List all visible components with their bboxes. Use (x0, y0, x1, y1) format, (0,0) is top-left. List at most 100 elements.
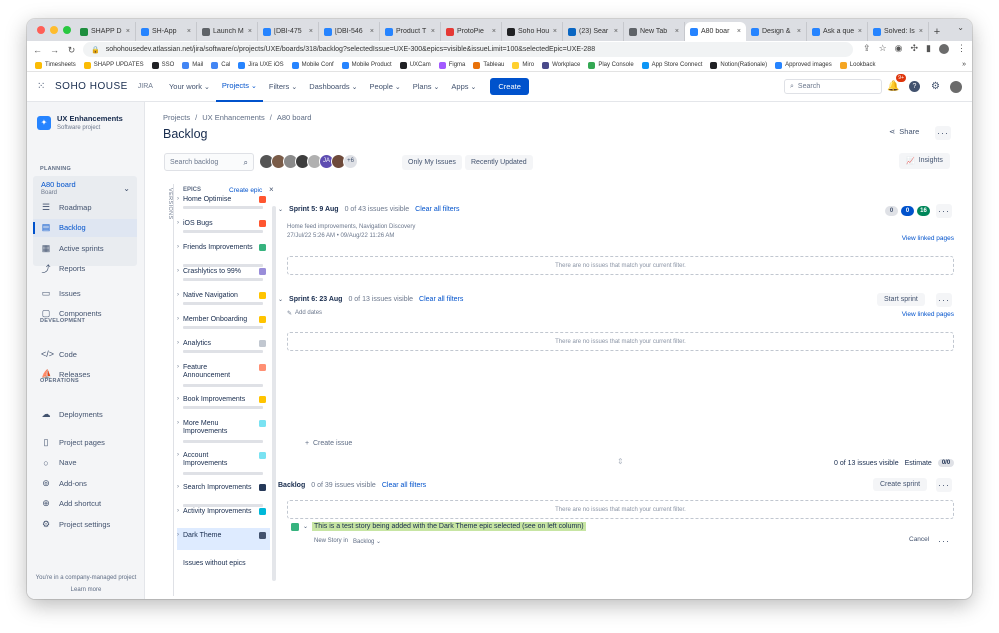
minimize-window-button[interactable] (50, 26, 58, 34)
epics-scrollbar[interactable] (272, 206, 276, 581)
chevron-right-icon[interactable]: › (177, 244, 179, 250)
epic-color-chip[interactable] (259, 396, 266, 403)
sprint-more-button[interactable]: ··· (936, 293, 952, 307)
new-issue-row[interactable]: ⌄ This is a test story being added with … (291, 522, 586, 531)
sidebar-item-add-shortcut[interactable]: ⊕ Add shortcut (33, 495, 137, 513)
zoom-window-button[interactable] (63, 26, 71, 34)
bookmark-timesheets[interactable]: Timesheets (35, 61, 76, 69)
issue-more-button[interactable]: ··· (936, 534, 952, 548)
epic-crashlytics-to-99[interactable]: › Crashlytics to 99% (177, 268, 270, 292)
epic-more-menu-improvements[interactable]: › More Menu Improvements (177, 420, 270, 444)
bookmark-app-store-connect[interactable]: App Store Connect (641, 61, 702, 69)
bookmark-notion-rationale[interactable]: Notion(Rationale) (710, 61, 767, 69)
bookmark-tableau[interactable]: Tableau (473, 61, 504, 69)
menu-filters[interactable]: Filters ⌄ (263, 72, 303, 102)
chevron-right-icon[interactable]: › (177, 420, 179, 426)
chevron-down-icon[interactable]: ⌄ (278, 296, 283, 303)
browser-tab[interactable]: A80 boar × (685, 22, 746, 41)
bookmarks-overflow-button[interactable]: » (962, 61, 966, 68)
chevron-right-icon[interactable]: › (177, 220, 179, 226)
bookmark-mail[interactable]: Mail (182, 61, 203, 69)
epic-account-improvements[interactable]: › Account Improvements (177, 452, 270, 476)
bookmark-mobile-product[interactable]: Mobile Product (341, 61, 392, 69)
browser-tab[interactable]: [DBI-546 × (319, 22, 380, 41)
menu-plans[interactable]: Plans ⌄ (407, 72, 446, 102)
url-field[interactable]: 🔒 sohohousedev.atlassian.net/jira/softwa… (83, 42, 853, 57)
reload-icon[interactable]: ↻ (65, 45, 78, 56)
browser-tab[interactable]: ProtoPie × (441, 22, 502, 41)
close-icon[interactable]: × (797, 28, 801, 35)
backlog-header[interactable]: Backlog 0 of 39 issues visible Clear all… (278, 482, 426, 489)
breadcrumb-projects[interactable]: Projects (163, 113, 190, 122)
close-icon[interactable]: × (126, 28, 130, 35)
browser-tab[interactable]: Ask a que × (807, 22, 868, 41)
chevron-right-icon[interactable]: › (177, 292, 179, 298)
epic-color-chip[interactable] (259, 220, 266, 227)
backlog-more-button[interactable]: ··· (936, 478, 952, 492)
site-brand[interactable]: SOHO HOUSE (55, 81, 128, 92)
backlog-select[interactable]: Backlog ⌄ (353, 538, 381, 545)
clear-filters-link[interactable]: Clear all filters (415, 206, 459, 213)
close-icon[interactable]: × (431, 28, 435, 35)
epic-home-optimise[interactable]: › Home Optimise (177, 196, 270, 220)
chevron-right-icon[interactable]: › (177, 268, 179, 274)
create-button[interactable]: Create (490, 78, 529, 95)
backlog-search-input[interactable]: Search backlog ⌕ (164, 153, 254, 171)
share-button[interactable]: ⋖ Share (889, 127, 919, 136)
close-icon[interactable]: × (675, 28, 679, 35)
epic-color-chip[interactable] (259, 532, 266, 539)
notifications-bell-icon[interactable]: 🔔 9+ (887, 74, 906, 93)
sidebar-item-nave[interactable]: ○ Nave (33, 454, 137, 472)
close-window-button[interactable] (37, 26, 45, 34)
tab-search-chevron-icon[interactable]: ⌄ (957, 23, 964, 32)
insights-button[interactable]: 📈 Insights (899, 153, 950, 169)
sprint-5-header[interactable]: ⌄ Sprint 5: 9 Aug 0 of 43 issues visible… (278, 206, 460, 213)
menu-projects[interactable]: Projects ⌄ (215, 72, 263, 102)
new-issue-summary-input[interactable]: This is a test story being added with th… (312, 522, 586, 531)
sidebar-item-backlog[interactable]: ▤ Backlog (33, 218, 137, 237)
forward-arrow-icon[interactable]: → (48, 45, 61, 55)
epic-dark-theme[interactable]: › Dark Theme (177, 528, 270, 550)
only-my-issues-filter[interactable]: Only My Issues (402, 155, 462, 170)
share-page-icon[interactable]: ⇪ (863, 43, 871, 54)
close-icon[interactable]: × (858, 28, 862, 35)
epic-color-chip[interactable] (259, 196, 266, 203)
epic-ios-bugs[interactable]: › iOS Bugs (177, 220, 270, 244)
add-dates-link[interactable]: ✎ Add dates (287, 310, 322, 317)
sprint-more-button[interactable]: ··· (936, 204, 952, 218)
epic-color-chip[interactable] (259, 340, 266, 347)
sidebar-item-active-sprints[interactable]: ▦ Active sprints (33, 239, 137, 257)
epic-book-improvements[interactable]: › Book Improvements (177, 396, 270, 420)
chevron-right-icon[interactable]: › (177, 396, 179, 402)
close-icon[interactable]: × (309, 28, 313, 35)
menu-apps[interactable]: Apps ⌄ (445, 72, 482, 102)
bookmark-approved-images[interactable]: Approved images (775, 61, 832, 69)
clear-filters-link[interactable]: Clear all filters (382, 482, 426, 489)
settings-gear-icon[interactable]: ⚙ (929, 80, 942, 93)
story-type-icon[interactable] (291, 522, 299, 531)
browser-tab[interactable]: SH-App × (136, 22, 197, 41)
chevron-right-icon[interactable]: › (177, 316, 179, 322)
project-header[interactable]: ✦ UX Enhancements Software project (37, 114, 123, 131)
bookmark-play-console[interactable]: Play Console (588, 61, 634, 69)
browser-tab[interactable]: New Tab × (624, 22, 685, 41)
bookmark-lookback[interactable]: Lookback (839, 61, 875, 69)
epic-color-chip[interactable] (259, 484, 266, 491)
bookmark-workplace[interactable]: Workplace (542, 61, 580, 69)
sidebar-item-issues[interactable]: ▭ Issues (33, 284, 137, 302)
sidebar-item-project-settings[interactable]: ⚙ Project settings (33, 515, 137, 533)
extensions-puzzle-icon[interactable]: ✣ (911, 43, 919, 54)
close-icon[interactable]: × (187, 28, 191, 35)
clear-filters-link[interactable]: Clear all filters (419, 296, 463, 303)
bookmark-sso[interactable]: SSO (151, 61, 174, 69)
bookmark-mobile-conf[interactable]: Mobile Conf (291, 61, 334, 69)
sidepanel-icon[interactable]: ▮ (926, 43, 931, 54)
chevron-right-icon[interactable]: › (177, 364, 179, 370)
view-linked-pages-link[interactable]: View linked pages (902, 311, 954, 318)
view-linked-pages-link[interactable]: View linked pages (902, 235, 954, 242)
sidebar-item-add-ons[interactable]: ⊚ Add-ons (33, 474, 137, 492)
user-avatar[interactable] (950, 80, 962, 93)
sidebar-item-code[interactable]: </> Code (33, 345, 137, 363)
create-epic-link[interactable]: Create epic (229, 187, 262, 194)
cancel-button[interactable]: Cancel (909, 536, 929, 543)
